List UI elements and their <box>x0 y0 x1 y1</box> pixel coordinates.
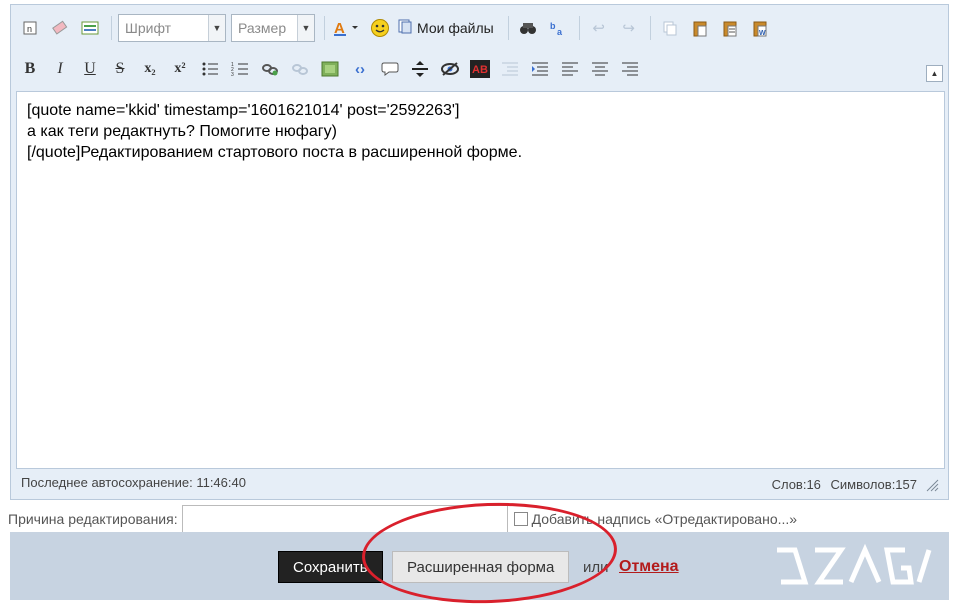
chevron-down-icon: ▼ <box>297 15 314 41</box>
svg-text:n: n <box>27 24 32 34</box>
align-left-icon[interactable] <box>557 56 583 82</box>
cancel-link[interactable]: Отмена <box>619 558 679 576</box>
outdent-icon[interactable] <box>497 56 523 82</box>
toggle-editor-mode-icon[interactable] <box>77 15 103 41</box>
paste-icon[interactable] <box>687 15 713 41</box>
find-icon[interactable] <box>515 15 541 41</box>
my-files-label: Мои файлы <box>417 20 494 36</box>
copy-icon[interactable] <box>657 15 683 41</box>
paste-word-icon[interactable]: W <box>747 15 773 41</box>
size-select-label: Размер <box>238 20 287 36</box>
svg-text:a: a <box>557 27 563 36</box>
word-count: Слов:16 <box>771 477 821 492</box>
size-select[interactable]: Размер ▼ <box>231 14 315 42</box>
edit-reason-input[interactable] <box>181 505 508 533</box>
rich-text-editor: n Шрифт ▼ Размер ▼ A Мои файлы b a ↩ ↪ W… <box>10 4 949 500</box>
autosave-status: Последнее автосохранение: 11:46:40 <box>21 475 246 490</box>
editor-line: а как теги редактнуть? Помогите нюфагу) <box>27 123 337 140</box>
chevron-down-icon: ▼ <box>208 15 225 41</box>
spoiler-icon[interactable] <box>437 56 463 82</box>
unlink-icon[interactable] <box>287 56 313 82</box>
redo-icon[interactable]: ↪ <box>616 15 642 41</box>
remove-format-icon[interactable]: n <box>17 15 43 41</box>
align-right-icon[interactable] <box>617 56 643 82</box>
svg-text:W: W <box>759 30 766 37</box>
extended-form-button[interactable]: Расширенная форма <box>392 551 570 583</box>
replace-icon[interactable]: ba <box>545 15 571 41</box>
undo-icon[interactable]: ↩ <box>586 15 612 41</box>
font-select-label: Шрифт <box>125 20 172 36</box>
bold-button[interactable]: B <box>17 56 43 82</box>
site-logo <box>771 542 941 590</box>
toolbar-separator <box>324 16 325 40</box>
horizontal-rule-icon[interactable] <box>407 56 433 82</box>
toolbar-separator <box>578 16 580 40</box>
toolbar-separator <box>507 16 509 40</box>
quote-icon[interactable] <box>377 56 403 82</box>
collapse-toolbar-button[interactable]: ▲ <box>926 65 943 82</box>
files-icon <box>397 18 413 38</box>
svg-text:AB: AB <box>472 64 488 76</box>
editor-line: [quote name='kkid' timestamp='1601621014… <box>27 102 460 119</box>
char-count: Символов:157 <box>830 477 917 492</box>
smiley-icon[interactable] <box>367 15 393 41</box>
or-text: или <box>583 559 609 576</box>
subscript-button[interactable]: x₂ <box>137 56 163 82</box>
toolbar-row-2: B I U S x₂ x² 123 ‹› AB <box>17 52 647 86</box>
numbered-list-icon[interactable]: 123 <box>227 56 253 82</box>
underline-button[interactable]: U <box>77 56 103 82</box>
italic-button[interactable]: I <box>47 56 73 82</box>
edit-reason-label: Причина редактирования: <box>8 511 178 527</box>
eraser-icon[interactable] <box>47 15 73 41</box>
strikethrough-button[interactable]: S <box>107 56 133 82</box>
text-color-icon[interactable]: A <box>331 15 363 41</box>
bullet-list-icon[interactable] <box>197 56 223 82</box>
toolbar-separator <box>649 16 651 40</box>
toolbar-separator <box>111 16 112 40</box>
paste-text-icon[interactable] <box>717 15 743 41</box>
svg-text:3: 3 <box>231 72 234 77</box>
superscript-button[interactable]: x² <box>167 56 193 82</box>
code-icon[interactable]: ‹› <box>347 56 373 82</box>
form-footer: Сохранить Расширенная форма или Отмена <box>10 532 949 600</box>
indent-icon[interactable] <box>527 56 553 82</box>
svg-text:b: b <box>550 21 556 31</box>
editor-status-bar: Последнее автосохранение: 11:46:40 Слов:… <box>21 471 939 495</box>
add-edited-note-label: Добавить надпись «Отредактировано...» <box>531 511 798 527</box>
resize-grip-icon[interactable] <box>925 478 939 495</box>
edit-reason-row: Причина редактирования: Добавить надпись… <box>8 505 958 533</box>
my-files-button[interactable]: Мои файлы <box>397 18 494 38</box>
abbr-icon[interactable]: AB <box>467 56 493 82</box>
word-char-counts: Слов:16 Символов:157 <box>766 477 917 492</box>
save-button[interactable]: Сохранить <box>278 551 383 583</box>
link-icon[interactable] <box>257 56 283 82</box>
image-icon[interactable] <box>317 56 343 82</box>
editor-line: [/quote]Редактированием стартового поста… <box>27 144 523 161</box>
align-center-icon[interactable] <box>587 56 613 82</box>
toolbar-row-1: n Шрифт ▼ Размер ▼ A Мои файлы b a ↩ ↪ W <box>17 11 777 45</box>
add-edited-note-checkbox[interactable] <box>513 512 528 526</box>
font-select[interactable]: Шрифт ▼ <box>118 14 226 42</box>
message-textarea[interactable]: [quote name='kkid' timestamp='1601621014… <box>16 91 945 469</box>
